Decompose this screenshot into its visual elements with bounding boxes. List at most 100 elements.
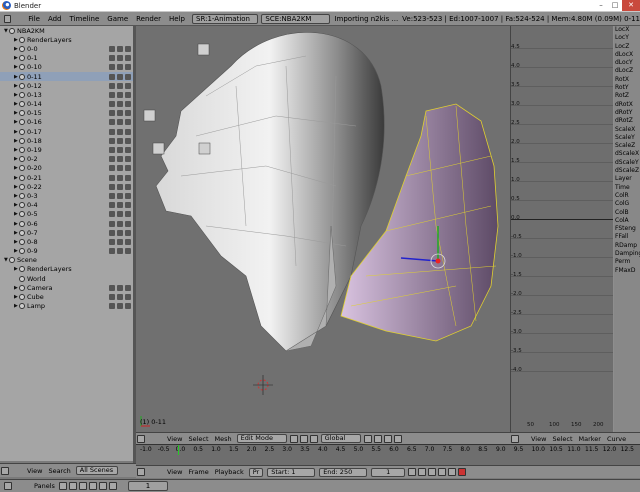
screen-selector[interactable]: SR:1-Animation <box>192 13 259 24</box>
selectable-arrow-icon[interactable] <box>117 101 123 108</box>
visibility-eye-icon[interactable] <box>109 82 115 89</box>
selectable-arrow-icon[interactable] <box>117 229 123 236</box>
selectable-arrow-icon[interactable] <box>117 82 123 89</box>
menu-game[interactable]: Game <box>103 15 132 23</box>
3d-menu-view[interactable]: View <box>164 435 185 443</box>
outliner-row[interactable]: ▶ 0-6 <box>0 219 133 228</box>
outliner-row[interactable]: ▶ 0-7 <box>0 228 133 237</box>
visibility-eye-icon[interactable] <box>109 238 115 245</box>
ipo-channel[interactable]: RotZ <box>614 92 640 100</box>
draw-type-icon[interactable] <box>289 434 298 443</box>
visibility-eye-icon[interactable] <box>109 211 115 218</box>
outliner-row[interactable]: ▶ 0-15 <box>0 109 133 118</box>
jump-start-icon[interactable] <box>408 468 417 476</box>
logic-icon[interactable] <box>58 482 67 490</box>
outliner-row[interactable]: ▶ 0-11 <box>0 71 133 82</box>
render-camera-icon[interactable] <box>125 128 131 135</box>
selectable-arrow-icon[interactable] <box>117 147 123 154</box>
outliner-row[interactable]: ▶ Cube <box>0 292 133 301</box>
ipo-channel[interactable]: FSteng <box>614 225 640 233</box>
editor-type-icon[interactable] <box>137 434 145 443</box>
selectable-arrow-icon[interactable] <box>117 284 123 291</box>
record-icon[interactable] <box>458 468 467 476</box>
ipo-channel[interactable]: ColR <box>614 192 640 200</box>
selectable-arrow-icon[interactable] <box>117 248 123 255</box>
visibility-eye-icon[interactable] <box>109 174 115 181</box>
outliner-row[interactable]: ▶ 0-3 <box>0 191 133 200</box>
ipo-channel[interactable]: LocX <box>614 26 640 34</box>
outliner-menu-search[interactable]: Search <box>45 467 73 475</box>
visibility-eye-icon[interactable] <box>109 45 115 52</box>
outliner-row[interactable]: ▶ 0-8 <box>0 237 133 246</box>
ipo-channel[interactable]: Damping <box>614 250 640 258</box>
outliner-row[interactable]: ▶ 0-21 <box>0 173 133 182</box>
ipo-channel[interactable]: dLocX <box>614 51 640 59</box>
menu-file[interactable]: File <box>24 15 44 23</box>
outliner-editor-type-icon[interactable] <box>1 466 9 475</box>
outliner-row[interactable]: ▶ 0-4 <box>0 201 133 210</box>
scene-selector[interactable]: SCE:NBA2KM <box>261 13 331 24</box>
render-camera-icon[interactable] <box>125 303 131 310</box>
ipo-channel[interactable]: dScaleZ <box>614 167 640 175</box>
orientation-selector[interactable]: Global <box>320 434 361 443</box>
visibility-eye-icon[interactable] <box>109 64 115 71</box>
selectable-arrow-icon[interactable] <box>117 73 123 80</box>
preview-range-button[interactable]: Pr <box>248 467 264 477</box>
outliner-row[interactable]: ▶ 0-13 <box>0 90 133 99</box>
ipo-channel[interactable]: dLocY <box>614 59 640 67</box>
current-frame-field[interactable]: 1 <box>371 467 406 477</box>
render-camera-icon[interactable] <box>125 45 131 52</box>
ipo-channel[interactable]: dLocZ <box>614 67 640 75</box>
scene-icon[interactable] <box>108 482 117 490</box>
selectable-arrow-icon[interactable] <box>117 202 123 209</box>
selectable-arrow-icon[interactable] <box>117 55 123 62</box>
outliner-menu-view[interactable]: View <box>24 467 45 475</box>
ipo-channel[interactable]: ColG <box>614 200 640 208</box>
3d-menu-mesh[interactable]: Mesh <box>212 435 235 443</box>
render-camera-icon[interactable] <box>125 137 131 144</box>
render-camera-icon[interactable] <box>125 192 131 199</box>
visibility-eye-icon[interactable] <box>109 220 115 227</box>
layer-icon[interactable] <box>363 434 372 443</box>
panels-menu[interactable]: Panels <box>31 482 58 490</box>
ipo-channel[interactable]: ScaleZ <box>614 142 640 150</box>
object-icon[interactable] <box>88 482 97 490</box>
outliner-row[interactable]: ▶ 0-12 <box>0 81 133 90</box>
ipo-channel[interactable]: dRotX <box>614 101 640 109</box>
start-frame-field[interactable]: Start: 1 <box>267 467 316 477</box>
selectable-arrow-icon[interactable] <box>117 45 123 52</box>
pivot-icon[interactable] <box>299 434 308 443</box>
script-icon[interactable] <box>68 482 77 490</box>
ipo-menu-select[interactable]: Select <box>549 435 575 443</box>
visibility-eye-icon[interactable] <box>109 128 115 135</box>
selectable-arrow-icon[interactable] <box>117 238 123 245</box>
manipulator-icon[interactable] <box>309 434 318 443</box>
render-camera-icon[interactable] <box>125 202 131 209</box>
outliner-row[interactable]: ▼ NBA2KM <box>0 26 133 35</box>
visibility-eye-icon[interactable] <box>109 229 115 236</box>
visibility-eye-icon[interactable] <box>109 91 115 98</box>
ipo-channel[interactable]: ColB <box>614 209 640 217</box>
frame-field[interactable]: 1 <box>127 481 168 491</box>
end-frame-field[interactable]: End: 250 <box>319 467 368 477</box>
prev-key-icon[interactable] <box>418 468 427 476</box>
selectable-arrow-icon[interactable] <box>117 137 123 144</box>
visibility-eye-icon[interactable] <box>109 284 115 291</box>
outliner-row[interactable]: ▶ 0-16 <box>0 118 133 127</box>
shading-icon[interactable] <box>78 482 87 490</box>
menu-help[interactable]: Help <box>165 15 189 23</box>
render-camera-icon[interactable] <box>125 229 131 236</box>
outliner-row[interactable]: ▶ 0-22 <box>0 182 133 191</box>
render-camera-icon[interactable] <box>125 147 131 154</box>
selectable-arrow-icon[interactable] <box>117 303 123 310</box>
outliner-row[interactable]: ▼ Scene <box>0 256 133 265</box>
visibility-eye-icon[interactable] <box>109 147 115 154</box>
selectable-arrow-icon[interactable] <box>117 128 123 135</box>
visibility-eye-icon[interactable] <box>109 202 115 209</box>
selectable-arrow-icon[interactable] <box>117 294 123 301</box>
render-camera-icon[interactable] <box>125 238 131 245</box>
selectable-arrow-icon[interactable] <box>117 220 123 227</box>
selectable-arrow-icon[interactable] <box>117 156 123 163</box>
render-camera-icon[interactable] <box>125 183 131 190</box>
outliner-row[interactable]: ▶ 0-2 <box>0 155 133 164</box>
